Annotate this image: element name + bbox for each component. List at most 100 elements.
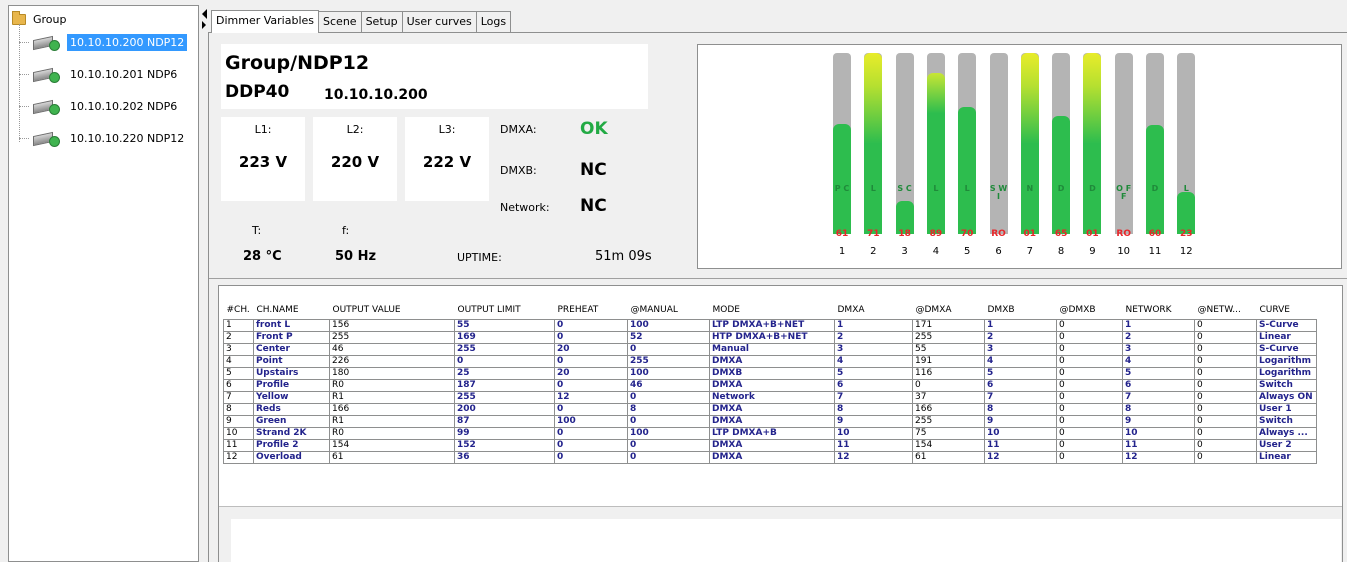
table-cell[interactable]: 0 xyxy=(1056,354,1123,368)
table-cell[interactable]: 116 xyxy=(912,366,985,380)
table-cell[interactable]: 2 xyxy=(1122,330,1195,344)
column-header[interactable]: OUTPUT LIMIT xyxy=(454,302,555,320)
table-cell[interactable]: 8 xyxy=(627,402,710,416)
table-cell[interactable]: 12 xyxy=(834,450,913,464)
table-cell[interactable]: 8 xyxy=(1122,402,1195,416)
table-cell[interactable]: 255 xyxy=(454,342,555,356)
tab-logs[interactable]: Logs xyxy=(475,11,512,32)
table-cell[interactable]: 0 xyxy=(1056,378,1123,392)
table-cell[interactable]: 6 xyxy=(223,378,254,392)
table-cell[interactable]: 0 xyxy=(1056,438,1123,452)
table-cell[interactable]: 100 xyxy=(554,414,628,428)
table-cell[interactable]: 100 xyxy=(627,318,710,332)
column-header[interactable]: DMXB xyxy=(984,302,1057,320)
table-cell[interactable]: 10 xyxy=(223,426,254,440)
table-cell[interactable]: 4 xyxy=(223,354,254,368)
table-cell[interactable]: 200 xyxy=(454,402,555,416)
table-cell[interactable]: Logarithm xyxy=(1256,354,1317,368)
table-row[interactable]: 7 Yellow R1 255 12 0 Network 7 37 7 0 7 0 Always ON xyxy=(223,390,1317,404)
device-tree[interactable]: Group 10.10.10.200 NDP12 10.10.10.201 NDP… xyxy=(8,5,199,562)
table-cell[interactable]: 8 xyxy=(834,402,913,416)
table-cell[interactable]: 0 xyxy=(1056,342,1123,356)
table-cell[interactable]: Linear xyxy=(1256,450,1317,464)
table-cell[interactable]: 52 xyxy=(627,330,710,344)
table-cell[interactable]: HTP DMXA+B+NET xyxy=(709,330,835,344)
table-cell[interactable]: 6 xyxy=(984,378,1057,392)
table-cell[interactable]: Always ... xyxy=(1256,426,1317,440)
table-row[interactable]: 11 Profile 2 154 152 0 0 DMXA 11 154 11 0 11 0 User 2 xyxy=(223,438,1317,452)
table-cell[interactable]: 11 xyxy=(984,438,1057,452)
table-cell[interactable]: R0 xyxy=(329,378,455,392)
column-header[interactable]: @MANUAL xyxy=(627,302,710,320)
table-cell[interactable]: 0 xyxy=(1056,318,1123,332)
table-cell[interactable]: 0 xyxy=(1056,402,1123,416)
table-cell[interactable]: 7 xyxy=(223,390,254,404)
table-cell[interactable]: 4 xyxy=(984,354,1057,368)
column-header[interactable]: @NETW... xyxy=(1194,302,1257,320)
table-cell[interactable]: 20 xyxy=(554,366,628,380)
collapse-arrow-icon[interactable] xyxy=(202,9,207,19)
table-cell[interactable]: 100 xyxy=(627,426,710,440)
table-cell[interactable]: 9 xyxy=(834,414,913,428)
table-cell[interactable]: 171 xyxy=(912,318,985,332)
table-cell[interactable]: 9 xyxy=(1122,414,1195,428)
table-cell[interactable]: 100 xyxy=(627,366,710,380)
table-cell[interactable]: DMXA xyxy=(709,414,835,428)
table-cell[interactable]: DMXA xyxy=(709,354,835,368)
panel-splitter[interactable] xyxy=(200,5,208,562)
table-cell[interactable]: 0 xyxy=(1194,450,1257,464)
table-cell[interactable]: Strand 2K xyxy=(253,426,330,440)
table-cell[interactable]: 25 xyxy=(454,366,555,380)
table-cell[interactable]: 1 xyxy=(984,318,1057,332)
table-cell[interactable]: Switch xyxy=(1256,378,1317,392)
column-header[interactable]: DMXA xyxy=(834,302,913,320)
table-cell[interactable]: 4 xyxy=(834,354,913,368)
table-row[interactable]: 5 Upstairs 180 25 20 100 DMXB 5 116 5 0 5 0 Logarithm xyxy=(223,366,1317,380)
table-cell[interactable]: 8 xyxy=(223,402,254,416)
table-cell[interactable]: 7 xyxy=(1122,390,1195,404)
table-cell[interactable]: 154 xyxy=(329,438,455,452)
table-row[interactable]: 6 Profile R0 187 0 46 DMXA 6 0 6 0 6 0 Switch xyxy=(223,378,1317,392)
table-cell[interactable]: 0 xyxy=(554,402,628,416)
table-cell[interactable]: 0 xyxy=(554,318,628,332)
table-cell[interactable]: 1 xyxy=(1122,318,1195,332)
table-cell[interactable]: 0 xyxy=(1056,390,1123,404)
table-cell[interactable]: 9 xyxy=(984,414,1057,428)
table-row[interactable]: 12 Overload 61 36 0 0 DMXA 12 61 12 0 12 0 Linear xyxy=(223,450,1317,464)
table-cell[interactable]: 0 xyxy=(1056,366,1123,380)
table-cell[interactable]: 3 xyxy=(984,342,1057,356)
table-cell[interactable]: 10 xyxy=(834,426,913,440)
table-cell[interactable]: 0 xyxy=(1194,330,1257,344)
tab-setup[interactable]: Setup xyxy=(360,11,403,32)
table-cell[interactable]: 6 xyxy=(834,378,913,392)
table-cell[interactable]: 0 xyxy=(1194,426,1257,440)
table-cell[interactable]: 255 xyxy=(912,414,985,428)
table-cell[interactable]: DMXB xyxy=(709,366,835,380)
table-cell[interactable]: 0 xyxy=(627,438,710,452)
table-cell[interactable]: 0 xyxy=(1194,366,1257,380)
table-cell[interactable]: R0 xyxy=(329,426,455,440)
tab-user-curves[interactable]: User curves xyxy=(401,11,477,32)
expand-arrow-icon[interactable] xyxy=(202,21,206,29)
tree-device-item[interactable]: 10.10.10.200 NDP12 xyxy=(31,31,188,53)
table-cell[interactable]: 255 xyxy=(329,330,455,344)
table-cell[interactable]: Upstairs xyxy=(253,366,330,380)
table-cell[interactable]: 61 xyxy=(329,450,455,464)
table-cell[interactable]: Reds xyxy=(253,402,330,416)
table-cell[interactable]: 11 xyxy=(1122,438,1195,452)
table-row[interactable]: 2 Front P 255 169 0 52 HTP DMXA+B+NET 2 255 2 0 2 0 L… xyxy=(223,330,1317,344)
table-cell[interactable]: 0 xyxy=(1056,426,1123,440)
table-cell[interactable]: 10 xyxy=(984,426,1057,440)
table-cell[interactable]: DMXA xyxy=(709,438,835,452)
table-cell[interactable]: R1 xyxy=(329,414,455,428)
column-header[interactable]: MODE xyxy=(709,302,835,320)
table-cell[interactable]: 37 xyxy=(912,390,985,404)
table-cell[interactable]: 0 xyxy=(1194,414,1257,428)
table-cell[interactable]: 1 xyxy=(834,318,913,332)
table-cell[interactable]: Switch xyxy=(1256,414,1317,428)
table-cell[interactable]: 180 xyxy=(329,366,455,380)
table-cell[interactable]: 55 xyxy=(912,342,985,356)
table-cell[interactable]: Profile xyxy=(253,378,330,392)
column-header[interactable]: NETWORK xyxy=(1122,302,1195,320)
table-cell[interactable]: Overload xyxy=(253,450,330,464)
